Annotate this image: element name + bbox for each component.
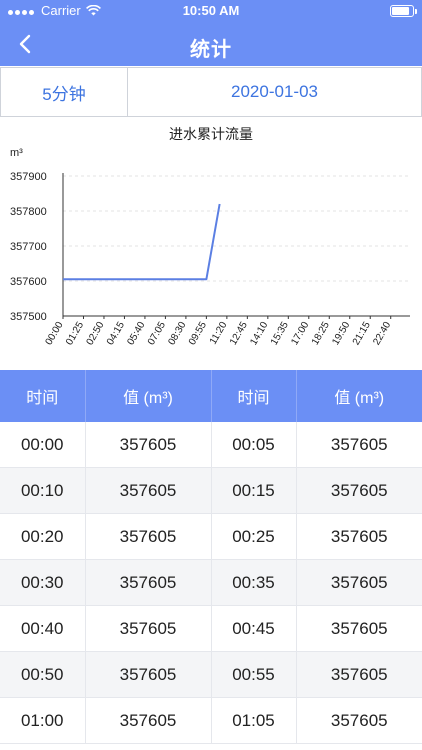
interval-selector[interactable]: 5分钟 (1, 68, 128, 116)
table-row: 00:10 357605 00:15 357605 (0, 467, 422, 514)
x-tick-label: 02:50 (85, 320, 107, 348)
time-cell: 00:55 (211, 651, 297, 698)
chart-canvas: 357900 357800 357700 357600 35750000:0001:25… (10, 171, 410, 348)
table-row: 00:50 357605 00:55 357605 (0, 651, 422, 698)
time-cell: 00:25 (211, 513, 297, 560)
chart-unit-label: m³ (10, 147, 23, 159)
y-tick-label: 357900 (10, 171, 47, 183)
time-cell: 00:45 (211, 605, 297, 652)
filter-selector: 5分钟 2020-01-03 (0, 67, 422, 117)
x-tick-label: 01:25 (64, 320, 86, 348)
x-tick-label: 18:25 (310, 320, 332, 348)
x-tick-label: 08:30 (166, 320, 188, 348)
y-tick-label: 357500 (10, 311, 47, 323)
value-cell: 357605 (85, 605, 212, 652)
value-header: 值 (m³) (296, 370, 422, 422)
x-tick-label: 17:00 (289, 320, 311, 348)
chart-title: 进水累计流量 (169, 126, 253, 142)
navigation-bar: 统计 (0, 22, 422, 66)
x-tick-label: 15:35 (269, 320, 291, 348)
value-cell: 357605 (85, 467, 212, 514)
value-cell: 357605 (296, 422, 422, 468)
value-cell: 357605 (85, 697, 212, 744)
page-title: 统计 (190, 39, 232, 61)
table-row: 00:40 357605 00:45 357605 (0, 605, 422, 652)
time-header: 时间 (0, 370, 86, 422)
x-tick-label: 21:15 (351, 320, 373, 348)
value-cell: 357605 (296, 467, 422, 514)
x-tick-label: 19:50 (330, 320, 352, 348)
x-tick-label: 22:40 (371, 320, 393, 348)
value-cell: 357605 (296, 559, 422, 606)
flow-chart: 357900 357800 357700 357600 357500 00:00 01:25… (0, 118, 422, 370)
x-tick-label: 05:40 (125, 320, 147, 348)
time-cell: 01:00 (0, 697, 86, 744)
value-cell: 357605 (85, 651, 212, 698)
x-tick-label: 09:55 (187, 320, 209, 348)
time-cell: 00:15 (211, 467, 297, 514)
value-cell: 357605 (296, 605, 422, 652)
table-row: 00:00 357605 00:05 357605 (0, 422, 422, 468)
time-cell: 00:05 (211, 422, 297, 468)
value-cell: 357605 (85, 513, 212, 560)
y-tick-label: 357800 (10, 206, 47, 218)
series-line (63, 203, 221, 281)
y-tick-label: 357700 (10, 241, 47, 253)
value-cell: 357605 (85, 422, 212, 468)
value-cell: 357605 (296, 697, 422, 744)
x-tick-label: 11:20 (208, 320, 230, 347)
value-cell: 357605 (296, 513, 422, 560)
value-cell: 357605 (85, 559, 212, 606)
time-cell: 00:50 (0, 651, 86, 698)
time-cell: 00:30 (0, 559, 86, 606)
time-cell: 00:00 (0, 422, 86, 468)
value-cell: 357605 (296, 651, 422, 698)
x-tick-label: 14:10 (248, 320, 270, 348)
data-table: 时间 值 (m³) 时间 值 (m³) 00:00 357605 00:05 3… (0, 370, 422, 744)
y-tick-label: 357600 (10, 276, 47, 288)
time-header: 时间 (211, 370, 297, 422)
status-bar: Carrier 10:50 AM (0, 0, 422, 22)
clock: 10:50 AM (182, 3, 240, 18)
battery-icon (390, 5, 417, 17)
time-cell: 00:40 (0, 605, 86, 652)
x-tick-label: 12:45 (228, 320, 250, 348)
time-cell: 00:20 (0, 513, 86, 560)
table-row: 00:30 357605 00:35 357605 (0, 559, 422, 606)
battery-level (392, 7, 410, 15)
x-tick-label: 04:15 (105, 320, 127, 348)
value-header: 值 (m³) (85, 370, 212, 422)
time-cell: 00:35 (211, 559, 297, 606)
table-header-row: 时间 值 (m³) 时间 值 (m³) (0, 370, 422, 422)
x-tick-label: 00:00 (44, 320, 66, 348)
date-selector[interactable]: 2020-01-03 (128, 68, 421, 116)
time-cell: 01:05 (211, 697, 297, 744)
time-cell: 00:10 (0, 467, 86, 514)
x-tick-label: 07:05 (146, 320, 168, 348)
table-row: 01:00 357605 01:05 357605 (0, 697, 422, 744)
table-row: 00:20 357605 00:25 357605 (0, 513, 422, 560)
